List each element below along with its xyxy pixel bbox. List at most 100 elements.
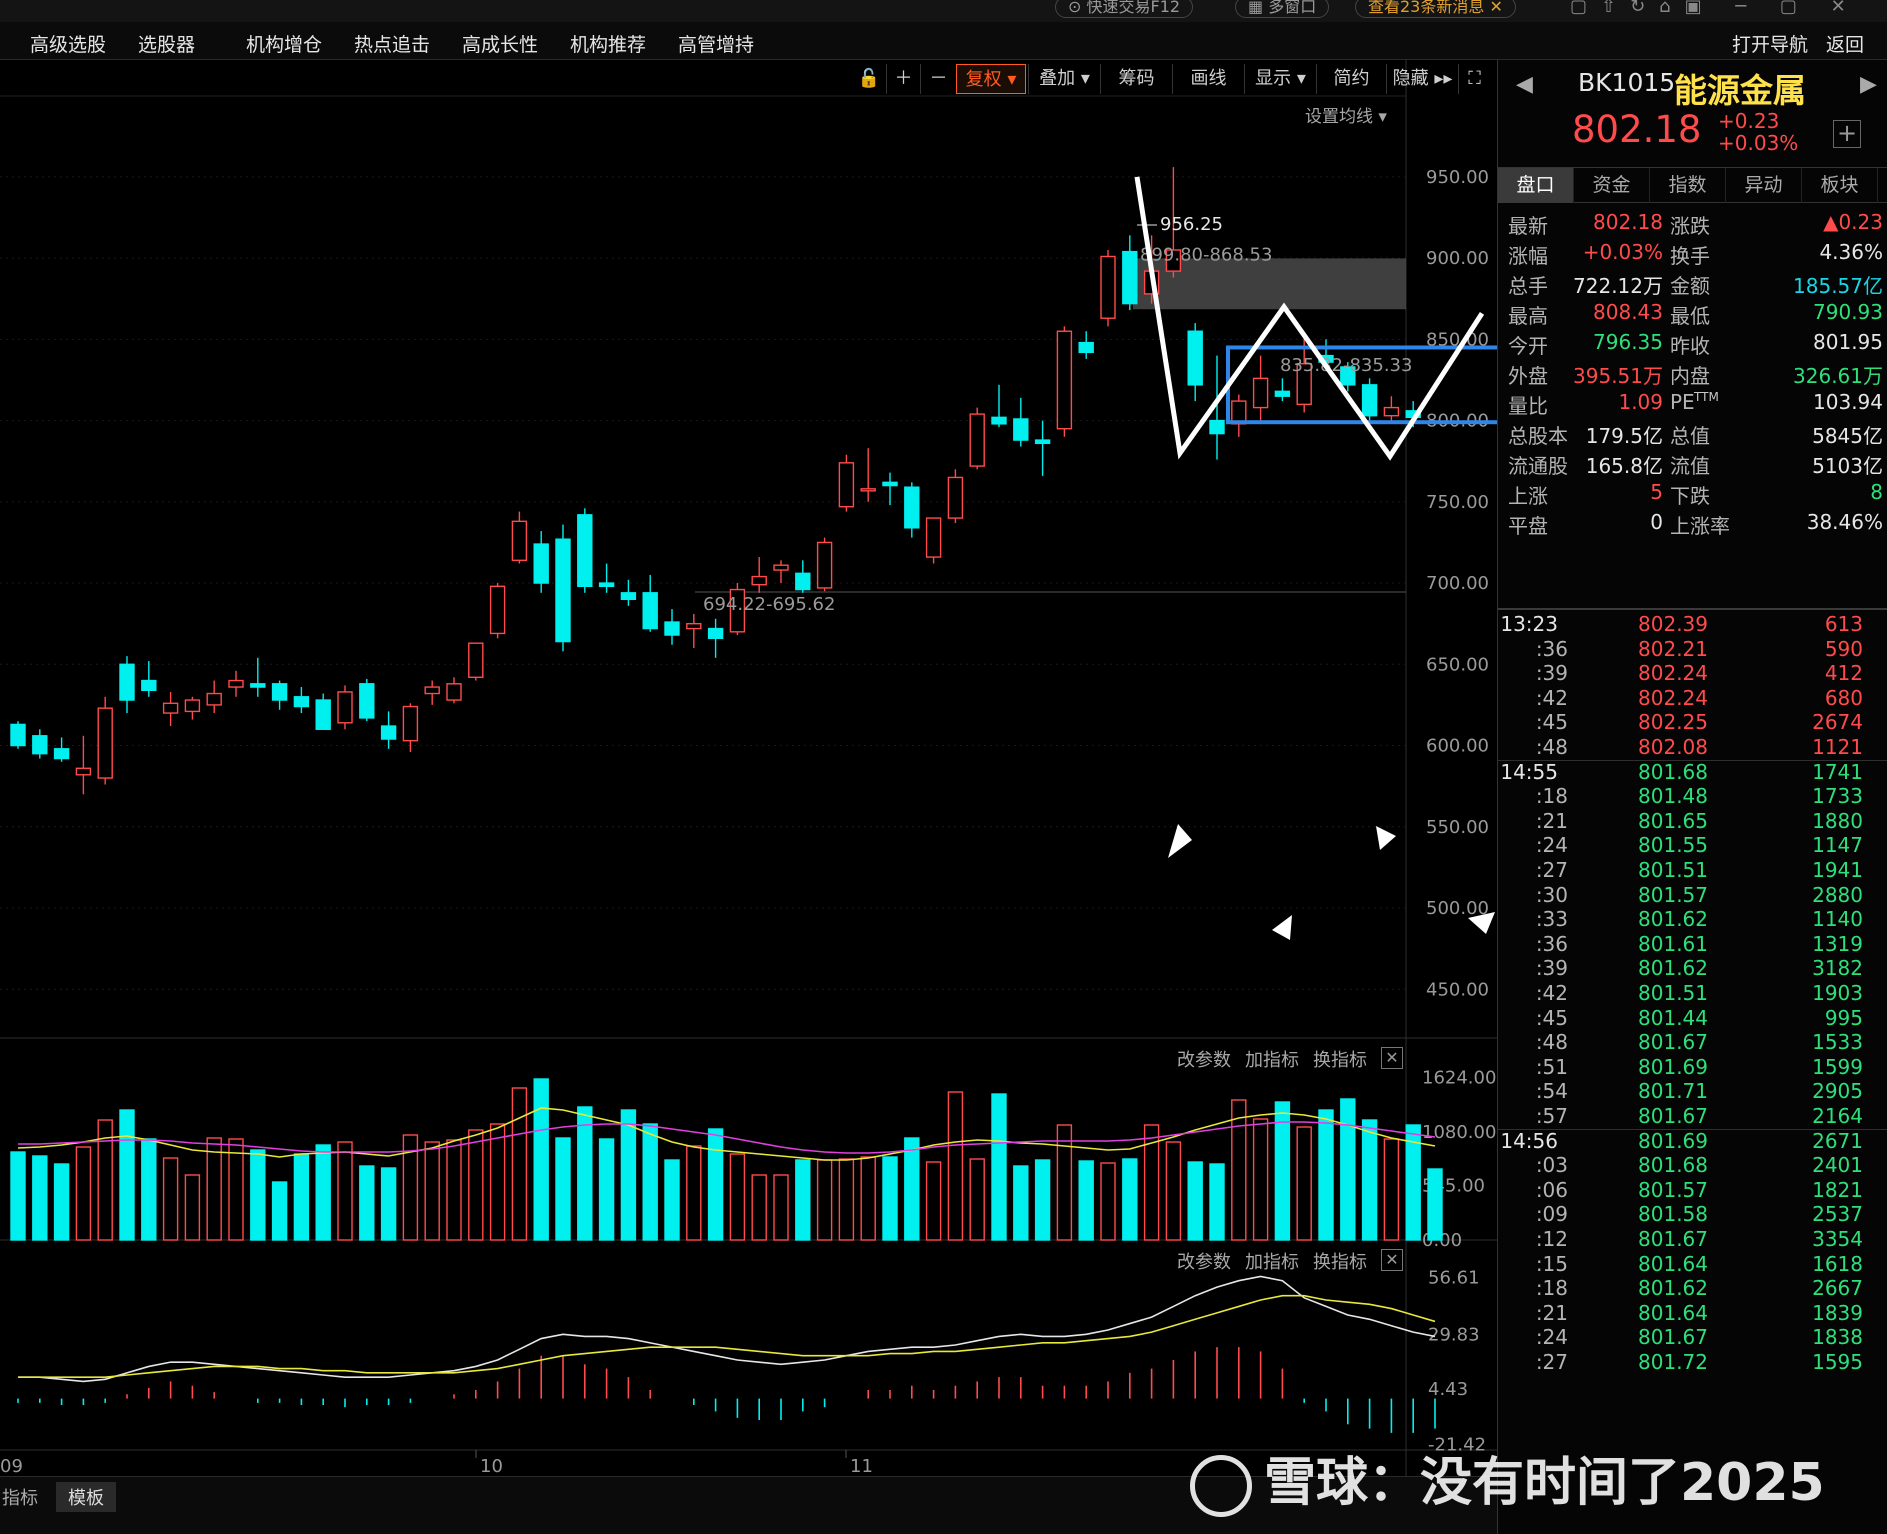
candle-body <box>53 748 70 760</box>
quote-label: 平盘 <box>1508 514 1548 538</box>
tick-time: :30 <box>1535 882 1568 907</box>
tick-price: 801.62 <box>1638 956 1708 981</box>
top-strip: ⊙ 快速交易F12 ▦ 多窗口 查看23条新消息 ✕ ▢⇧↻⌂▣ ─ ▢ ✕ <box>0 0 1887 22</box>
window-controls[interactable]: ▢⇧↻⌂▣ ─ ▢ ✕ <box>1570 0 1860 17</box>
volume-bar <box>642 1123 658 1241</box>
tick-volume: 1903 <box>1812 981 1863 1005</box>
fullscreen-icon[interactable]: ⛶ <box>1458 64 1490 94</box>
tick-time: :36 <box>1535 931 1568 956</box>
panel-tabs: 盘口 资金 指数 异动 板块 <box>1498 167 1887 203</box>
menu-item-advanced-select[interactable]: 高级选股 <box>30 30 106 57</box>
tick-volume: 1599 <box>1812 1054 1863 1079</box>
tick-row: :48 802.08 1121 <box>1498 735 1887 759</box>
prev-stock-icon[interactable]: ◀ <box>1516 72 1533 97</box>
chips-button[interactable]: 筹码 <box>1100 64 1172 94</box>
macd-close-icon[interactable]: ✕ <box>1381 1249 1403 1271</box>
menu-item-inst-increase[interactable]: 机构增仓 <box>246 30 322 57</box>
tick-price: 801.57 <box>1638 882 1708 907</box>
tick-time: :48 <box>1535 735 1568 759</box>
macd-add-indicator-button[interactable]: 加指标 <box>1245 1248 1299 1274</box>
menu-item-inst-recommend[interactable]: 机构推荐 <box>570 30 646 57</box>
candle-body <box>642 592 658 630</box>
news-button[interactable]: 查看23条新消息 ✕ <box>1355 0 1516 18</box>
volume-bar <box>380 1167 397 1241</box>
tab-indicator[interactable]: 指标 <box>0 1482 50 1512</box>
macd-edit-params-button[interactable]: 改参数 <box>1177 1248 1231 1274</box>
tick-price: 801.64 <box>1638 1251 1708 1276</box>
stock-code: BK1015 <box>1578 68 1676 97</box>
volume-bar <box>315 1144 331 1241</box>
menu-item-hot-chase[interactable]: 热点追击 <box>354 30 430 57</box>
hide-button[interactable]: 隐藏 ▸▸ <box>1386 64 1458 94</box>
fuquan-button[interactable]: 复权 ▾ <box>956 64 1026 94</box>
quick-trade-button[interactable]: ⊙ 快速交易F12 <box>1055 0 1194 18</box>
vol-switch-indicator-button[interactable]: 换指标 <box>1313 1046 1367 1072</box>
lock-icon[interactable]: 🔓 <box>852 64 886 94</box>
ma-setting-button[interactable]: 设置均线 ▾ <box>1305 102 1387 127</box>
zoom-out-button[interactable]: － <box>920 64 956 94</box>
tick-time: :03 <box>1535 1153 1568 1178</box>
quote-label: 总手 <box>1508 274 1548 298</box>
tab-template[interactable]: 模板 <box>56 1482 116 1512</box>
display-label: 显示 <box>1255 68 1292 89</box>
candle-body <box>686 622 702 630</box>
quote-value: 165.8亿 <box>1585 454 1663 478</box>
zoom-in-button[interactable]: ＋ <box>886 64 920 94</box>
tick-row: :57 801.67 2164 <box>1498 1104 1887 1128</box>
candle-body <box>271 683 288 701</box>
menu-bar: 高级选股 选股器 机构增仓 热点追击 高成长性 机构推荐 高管增持 打开导航 返… <box>0 22 1887 60</box>
add-watchlist-button[interactable]: + <box>1833 120 1861 148</box>
menu-item-exec-increase[interactable]: 高管增持 <box>678 30 754 57</box>
tick-volume: 1533 <box>1812 1030 1863 1055</box>
tab-movement[interactable]: 异动 <box>1726 168 1802 203</box>
volume-bar <box>1361 1119 1378 1241</box>
candle-body <box>32 735 48 755</box>
volume-ma5-line <box>17 1107 1436 1161</box>
tick-time: :06 <box>1535 1177 1568 1202</box>
candle-body <box>925 517 942 558</box>
tick-time: :48 <box>1535 1030 1568 1055</box>
x-axis-label: 11 <box>850 1456 873 1476</box>
overlay-button[interactable]: 叠加 ▾ <box>1028 64 1100 94</box>
tick-time: :54 <box>1535 1079 1568 1104</box>
tick-row: :54 801.71 2905 <box>1498 1079 1887 1103</box>
vol-edit-params-button[interactable]: 改参数 <box>1177 1046 1231 1072</box>
tab-funds[interactable]: 资金 <box>1574 168 1650 203</box>
candle-body <box>402 705 419 742</box>
candle-body <box>97 707 113 779</box>
volume-bar <box>904 1137 920 1241</box>
tab-pankou[interactable]: 盘口 <box>1498 168 1574 203</box>
chart-area[interactable]: 950.00 900.00 850.00 800.00 750.00 700.00 650.… <box>0 60 1497 1502</box>
quote-label: 涨跌 <box>1670 214 1710 238</box>
tick-row: 14:55 801.68 1741 <box>1498 760 1887 784</box>
tick-volume: 2164 <box>1812 1104 1863 1128</box>
display-button[interactable]: 显示 ▾ <box>1244 64 1316 94</box>
simple-button[interactable]: 简约 <box>1316 64 1386 94</box>
quote-label: 最新 <box>1508 214 1548 238</box>
open-nav-button[interactable]: 打开导航 <box>1732 30 1808 57</box>
tick-time: :39 <box>1535 661 1568 686</box>
quote-label: 下跌 <box>1670 484 1710 508</box>
back-button[interactable]: 返回 <box>1826 30 1864 57</box>
tick-time: :27 <box>1535 858 1568 882</box>
next-stock-icon[interactable]: ▶ <box>1860 72 1877 97</box>
vol-close-icon[interactable]: ✕ <box>1381 1047 1403 1069</box>
vol-add-indicator-button[interactable]: 加指标 <box>1245 1046 1299 1072</box>
hide-label: 隐藏 <box>1392 68 1429 89</box>
tab-index[interactable]: 指数 <box>1650 168 1726 203</box>
menu-item-high-growth[interactable]: 高成长性 <box>462 30 538 57</box>
stock-price: 802.18 <box>1572 108 1702 151</box>
candle-body <box>489 585 506 635</box>
candle-body <box>707 627 724 640</box>
tab-sector[interactable]: 板块 <box>1802 168 1878 203</box>
multi-window-button[interactable]: ▦ 多窗口 <box>1235 0 1330 18</box>
draw-line-button[interactable]: 画线 <box>1172 64 1244 94</box>
tick-row: 13:23 802.39 613 <box>1498 612 1887 636</box>
price-tick-label: 650.00 <box>1426 654 1489 675</box>
menu-item-stock-selector[interactable]: 选股器 <box>138 30 195 57</box>
tick-volume: 2880 <box>1812 882 1863 907</box>
candle-body <box>1122 250 1138 305</box>
volume-bar <box>577 1106 593 1241</box>
macd-switch-indicator-button[interactable]: 换指标 <box>1313 1248 1367 1274</box>
quote-value: 326.61万 <box>1793 364 1883 388</box>
